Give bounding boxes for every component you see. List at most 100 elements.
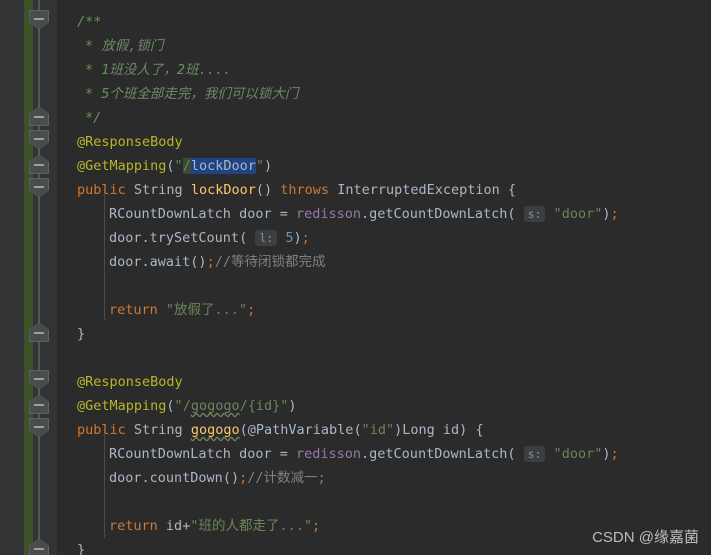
token-annotation-responsebody: @ResponseBody bbox=[77, 134, 183, 150]
code-line[interactable]: RCountDownLatch door = redisson.getCount… bbox=[109, 442, 619, 466]
token-semicolon: ; bbox=[311, 518, 321, 534]
token-type-string: String bbox=[133, 182, 183, 198]
minus-icon bbox=[34, 186, 44, 188]
token-path-tail: /{id} bbox=[239, 398, 281, 414]
token-doc-close: */ bbox=[85, 110, 102, 126]
code-line[interactable]: @ResponseBody bbox=[77, 130, 183, 154]
token-paren-close: ) bbox=[602, 446, 611, 462]
token-doc-text: 个班全部走完，我们可以锁大门 bbox=[109, 86, 299, 102]
code-line[interactable]: door.trySetCount( l: 5); bbox=[109, 226, 310, 250]
token-keyword-public: public bbox=[77, 182, 126, 198]
token-var-door: door bbox=[109, 470, 142, 486]
token-semicolon: ; bbox=[610, 446, 619, 462]
code-line[interactable]: /** bbox=[77, 10, 101, 34]
code-line[interactable]: * 放假,锁门 bbox=[85, 34, 163, 58]
token-semicolon: ; bbox=[610, 206, 619, 222]
token-var-door: door bbox=[239, 446, 272, 462]
token-parens: () bbox=[190, 254, 207, 270]
code-line[interactable]: * 5个班全部走完，我们可以锁大门 bbox=[85, 82, 298, 106]
token-type-rcountdownlatch: RCountDownLatch bbox=[109, 206, 231, 222]
token-annotation-pathvariable: @PathVariable bbox=[247, 422, 354, 438]
token-var-door: door bbox=[109, 254, 142, 270]
token-var-door: door bbox=[239, 206, 272, 222]
token-annotation-getmapping: @GetMapping bbox=[77, 398, 167, 414]
minus-icon bbox=[34, 404, 44, 406]
fold-marker-end[interactable] bbox=[29, 538, 49, 555]
fold-marker-end[interactable] bbox=[29, 106, 49, 126]
token-call-countdown: countDown bbox=[149, 470, 223, 486]
parameter-hint-badge: s: bbox=[523, 446, 546, 462]
code-line[interactable]: @ResponseBody bbox=[77, 370, 183, 394]
token-call-await: await bbox=[149, 254, 191, 270]
code-line[interactable]: public String lockDoor() throws Interrup… bbox=[77, 178, 516, 202]
token-dot: . bbox=[361, 206, 370, 222]
minus-icon bbox=[34, 332, 44, 334]
code-line[interactable]: door.countDown();//计数减一; bbox=[109, 466, 326, 490]
token-path-gogogo: gogogo bbox=[190, 398, 240, 414]
editor-code-area[interactable]: /** * 放假,锁门 * 1班没人了，2班.... * 5个班全部走完，我们可… bbox=[57, 0, 711, 555]
token-doc-star: * bbox=[85, 62, 94, 78]
code-line[interactable]: RCountDownLatch door = redisson.getCount… bbox=[109, 202, 619, 226]
token-doc-text: 班.... bbox=[185, 62, 232, 78]
token-string-holiday: "放假了..." bbox=[165, 302, 248, 318]
fold-marker-end[interactable] bbox=[29, 322, 49, 342]
token-quote: " bbox=[174, 398, 183, 414]
token-keyword-return: return bbox=[109, 302, 158, 318]
token-keyword-throws: throws bbox=[280, 182, 330, 198]
token-paren-open: ( bbox=[166, 158, 175, 174]
csdn-watermark: CSDN @缘嘉菌 bbox=[592, 529, 699, 546]
code-line[interactable]: return id+"班的人都走了..."; bbox=[109, 514, 320, 538]
token-semicolon: ; bbox=[247, 302, 256, 318]
vcs-changed-lines-bar[interactable] bbox=[24, 0, 33, 555]
fold-marker-collapse[interactable] bbox=[29, 10, 49, 30]
token-dot: . bbox=[141, 230, 150, 246]
token-quote: " bbox=[174, 158, 183, 174]
token-path-lead: / bbox=[182, 158, 191, 174]
code-line[interactable]: */ bbox=[85, 106, 101, 130]
token-selected-lockdoor[interactable]: lockDoor bbox=[190, 158, 256, 174]
token-semicolon: ; bbox=[206, 254, 215, 270]
minus-icon bbox=[34, 548, 44, 550]
code-line[interactable]: } bbox=[77, 538, 85, 555]
chevron-down-icon bbox=[29, 418, 49, 438]
chevron-down-icon bbox=[29, 10, 49, 30]
token-var-id: id bbox=[165, 518, 183, 534]
code-line[interactable]: public String gogogo(@PathVariable("id")… bbox=[77, 418, 484, 442]
code-editor-window: /** * 放假,锁门 * 1班没人了，2班.... * 5个班全部走完，我们可… bbox=[0, 0, 711, 555]
token-paren-close: ) bbox=[293, 230, 302, 246]
fold-marker-end[interactable] bbox=[29, 394, 49, 414]
token-keyword-return: return bbox=[109, 518, 158, 534]
chevron-down-icon bbox=[29, 178, 49, 198]
token-doc-star: * bbox=[85, 86, 94, 102]
token-paren-close: ) bbox=[288, 398, 297, 414]
parameter-hint-badge: s: bbox=[523, 206, 546, 222]
minus-icon bbox=[34, 426, 44, 428]
token-doc-number: 2 bbox=[176, 62, 186, 78]
token-annotation-getmapping: @GetMapping bbox=[77, 158, 167, 174]
minus-icon bbox=[34, 138, 44, 140]
token-paren-open: ( bbox=[239, 230, 248, 246]
token-string-door: "door" bbox=[553, 206, 603, 222]
fold-marker-collapse[interactable] bbox=[29, 178, 49, 198]
token-keyword-public: public bbox=[77, 422, 126, 438]
fold-marker-end[interactable] bbox=[29, 154, 49, 174]
code-line[interactable]: @GetMapping("/lockDoor") bbox=[77, 154, 272, 178]
fold-marker-collapse[interactable] bbox=[29, 130, 49, 150]
code-line[interactable]: @GetMapping("/gogogo/{id}") bbox=[77, 394, 297, 418]
token-field-redisson: redisson bbox=[296, 206, 362, 222]
code-line[interactable]: * 1班没人了，2班.... bbox=[85, 58, 231, 82]
code-line[interactable]: return "放假了..."; bbox=[109, 298, 255, 322]
fold-marker-collapse[interactable] bbox=[29, 418, 49, 438]
token-method-lockdoor: lockDoor bbox=[190, 182, 256, 198]
gutter-left-margin bbox=[0, 0, 24, 555]
editor-gutter[interactable] bbox=[0, 0, 57, 555]
token-quote: " bbox=[255, 158, 264, 174]
indent-guide bbox=[104, 430, 105, 538]
code-line[interactable]: door.await();//等待闭锁都完成 bbox=[109, 250, 325, 274]
token-call-trysetcount: trySetCount bbox=[149, 230, 240, 246]
fold-marker-collapse[interactable] bbox=[29, 370, 49, 390]
token-doc-text: 班没人了， bbox=[109, 62, 177, 78]
fold-region-rail bbox=[38, 0, 40, 555]
code-line[interactable]: } bbox=[77, 322, 85, 346]
token-semicolon: ; bbox=[301, 230, 310, 246]
